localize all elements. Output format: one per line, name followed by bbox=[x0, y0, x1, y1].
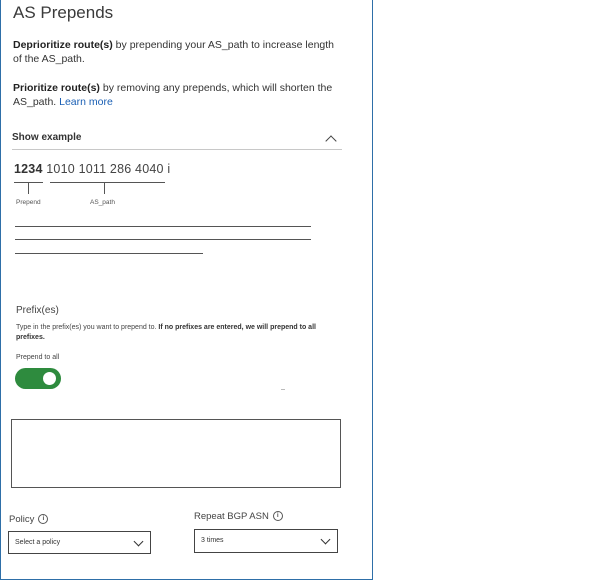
repeat-select[interactable]: 3 times bbox=[194, 529, 338, 553]
info-icon[interactable]: i bbox=[272, 511, 283, 522]
prefixes-title: Prefix(es) bbox=[16, 305, 59, 316]
example-rule bbox=[15, 253, 203, 254]
as-path-bracket bbox=[50, 182, 165, 183]
prepend-tick bbox=[28, 183, 29, 194]
learn-more-link[interactable]: Learn more bbox=[59, 96, 113, 108]
deprioritize-description: Deprioritize route(s) by prepending your… bbox=[13, 38, 343, 66]
prefixes-help: Type in the prefix(es) you want to prepe… bbox=[16, 324, 159, 331]
chevron-down-icon bbox=[320, 534, 331, 545]
chevron-down-icon bbox=[133, 536, 144, 547]
page-title: AS Prepends bbox=[13, 3, 114, 22]
example-rule bbox=[15, 239, 311, 240]
as-prepends-panel: AS Prepends Deprioritize route(s) by pre… bbox=[0, 0, 373, 580]
prioritize-description: Prioritize route(s) by removing any prep… bbox=[13, 81, 343, 109]
policy-select-value: Select a policy bbox=[15, 539, 61, 546]
info-icon[interactable]: i bbox=[38, 514, 49, 525]
show-example-toggle[interactable]: Show example bbox=[12, 132, 81, 143]
prefixes-input[interactable] bbox=[11, 419, 341, 488]
stray-mark bbox=[281, 389, 285, 390]
policy-select[interactable]: Select a policy bbox=[8, 531, 151, 554]
prepend-to-all-label: Prepend to all bbox=[16, 354, 60, 361]
example-rule bbox=[15, 226, 311, 227]
toggle-knob bbox=[43, 372, 56, 385]
deprioritize-strong: Deprioritize route(s) bbox=[13, 39, 113, 51]
prefixes-help-text: Type in the prefix(es) you want to prepe… bbox=[16, 323, 346, 343]
prepend-to-all-toggle[interactable] bbox=[15, 368, 61, 389]
chevron-up-icon[interactable] bbox=[325, 135, 337, 147]
policy-label-row: Policy i bbox=[9, 514, 49, 525]
as-path-value: 1010 1011 286 4040 i bbox=[42, 162, 171, 176]
prepend-label: Prepend bbox=[16, 199, 41, 206]
divider bbox=[12, 149, 342, 150]
prioritize-strong: Prioritize route(s) bbox=[13, 82, 100, 94]
repeat-label: Repeat BGP ASN bbox=[194, 511, 269, 522]
repeat-select-value: 3 times bbox=[201, 537, 224, 544]
repeat-label-row: Repeat BGP ASN i bbox=[194, 511, 283, 522]
as-path-label: AS_path bbox=[90, 199, 115, 206]
as-path-tick bbox=[104, 183, 105, 194]
as-path-example: 1234 1010 1011 286 4040 i bbox=[14, 162, 170, 176]
policy-label: Policy bbox=[9, 514, 35, 525]
prepend-value: 1234 bbox=[14, 162, 43, 176]
